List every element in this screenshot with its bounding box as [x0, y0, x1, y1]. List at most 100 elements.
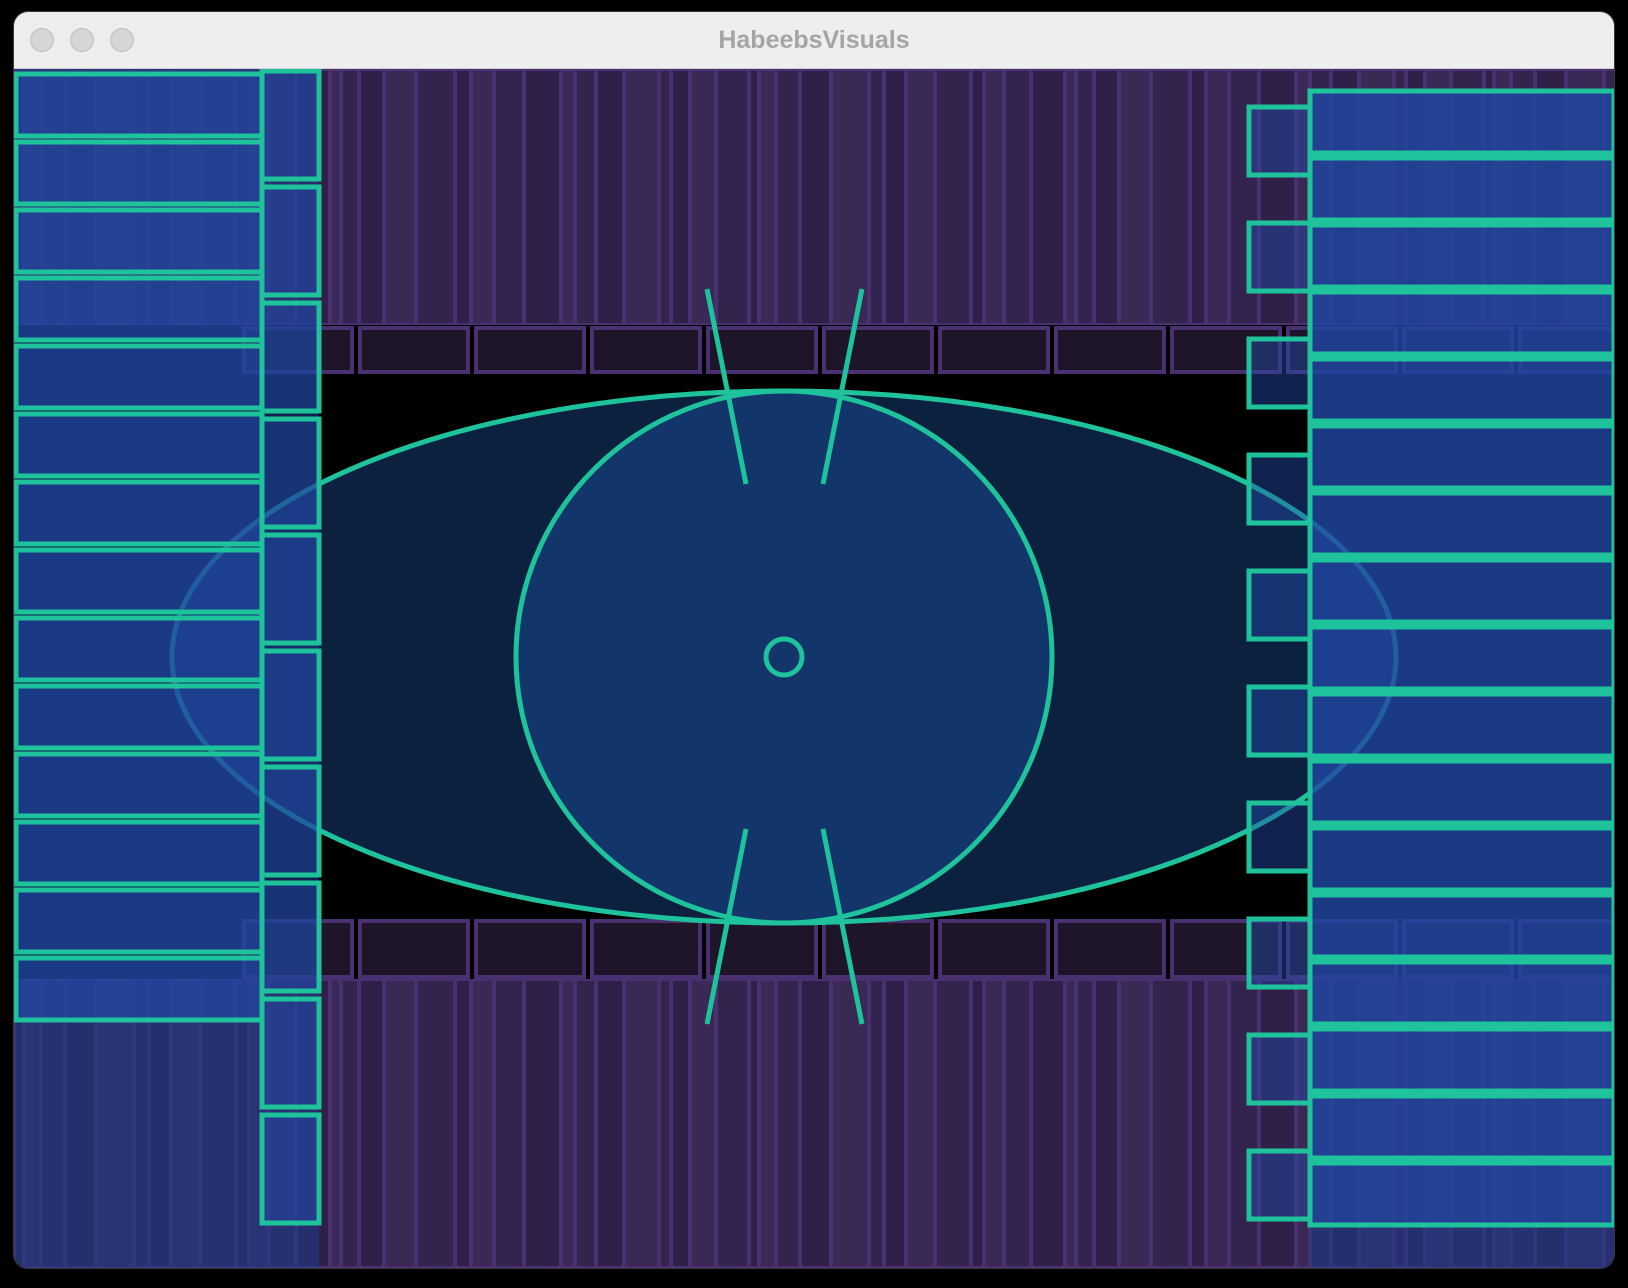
bottom-bar: [573, 977, 598, 1268]
left-side-box: [259, 1112, 322, 1226]
right-box: [1307, 356, 1614, 424]
left-box: [14, 479, 265, 547]
left-side-box: [259, 764, 322, 878]
right-box: [1307, 691, 1614, 759]
bottom-bar: [1117, 977, 1153, 1268]
right-side-box: [1246, 220, 1313, 294]
right-side-box: [1246, 104, 1313, 178]
bottom-bar: [1257, 977, 1298, 1268]
top-bar: [594, 69, 626, 327]
left-box: [14, 139, 265, 207]
right-box: [1307, 758, 1614, 826]
left-side-box: [259, 300, 322, 414]
top-bar: [904, 69, 937, 327]
top-bar: [774, 69, 802, 327]
top-bar: [1204, 69, 1231, 327]
right-side-box: [1246, 1032, 1313, 1106]
left-side-box: [259, 184, 322, 298]
left-box: [14, 615, 265, 683]
top-bar: [522, 69, 563, 327]
right-side-box: [1246, 684, 1313, 758]
bottom-bar: [714, 977, 751, 1268]
top-slot: [938, 326, 1050, 374]
top-bar: [982, 69, 1006, 327]
left-side-box: [259, 532, 322, 646]
left-box: [14, 343, 265, 411]
left-box: [14, 547, 265, 615]
top-slot: [590, 326, 702, 374]
right-box: [1307, 624, 1614, 692]
bottom-bar: [1029, 977, 1067, 1268]
bottom-slot: [938, 919, 1050, 979]
top-bar: [469, 69, 496, 327]
right-box: [1307, 423, 1614, 491]
left-box-stack: [14, 69, 322, 1268]
bottom-bar: [1149, 977, 1192, 1268]
title-bar[interactable]: HabeebsVisuals: [14, 12, 1614, 69]
left-box: [14, 683, 265, 751]
bottom-bar: [382, 977, 418, 1268]
right-side-box: [1246, 800, 1313, 874]
top-bar: [382, 69, 418, 327]
top-bar: [1029, 69, 1067, 327]
left-side-box: [259, 880, 322, 994]
top-slot: [358, 326, 470, 374]
right-box: [1307, 88, 1614, 156]
bottom-bar: [1227, 977, 1261, 1268]
right-box: [1307, 222, 1614, 290]
top-bar: [882, 69, 908, 327]
top-slot: [474, 326, 586, 374]
bottom-slot: [474, 919, 586, 979]
bottom-bar: [469, 977, 496, 1268]
bottom-bar: [357, 977, 386, 1268]
left-side-box: [259, 648, 322, 762]
visualizer-svg: [14, 69, 1614, 1268]
left-box: [14, 207, 265, 275]
right-box: [1307, 1026, 1614, 1094]
top-bar: [1149, 69, 1192, 327]
right-box: [1307, 490, 1614, 558]
right-box: [1307, 959, 1614, 1027]
top-bar: [414, 69, 457, 327]
bottom-bar: [867, 977, 886, 1268]
right-box: [1307, 155, 1614, 223]
left-side-box: [259, 69, 322, 182]
top-bar: [798, 69, 833, 327]
visualizer-canvas: [14, 69, 1614, 1268]
bottom-bar: [1002, 977, 1033, 1268]
top-bar: [339, 69, 361, 327]
bottom-bar: [622, 977, 661, 1268]
right-side-box: [1246, 452, 1313, 526]
top-bar: [1002, 69, 1033, 327]
bottom-bar: [453, 977, 473, 1268]
right-box: [1307, 557, 1614, 625]
bottom-slot: [358, 919, 470, 979]
top-bar: [933, 69, 973, 327]
right-side-box: [1246, 568, 1313, 642]
top-bar: [357, 69, 386, 327]
top-bar: [829, 69, 871, 327]
app-window: HabeebsVisuals: [14, 12, 1614, 1268]
bottom-bar: [669, 977, 692, 1268]
top-bar: [559, 69, 577, 327]
bottom-bar: [1092, 977, 1121, 1268]
bottom-bar: [933, 977, 973, 1268]
top-bar: [1117, 69, 1153, 327]
top-bar: [1074, 69, 1096, 327]
right-box: [1307, 825, 1614, 893]
left-box: [14, 819, 265, 887]
left-box: [14, 887, 265, 955]
top-bar: [669, 69, 692, 327]
right-side-box: [1246, 916, 1313, 990]
bottom-bar: [559, 977, 577, 1268]
top-slot: [822, 326, 934, 374]
bottom-slot: [590, 919, 702, 979]
left-box: [14, 955, 265, 1023]
left-box: [14, 411, 265, 479]
right-side-box: [1246, 336, 1313, 410]
bottom-bar: [882, 977, 908, 1268]
top-bar: [492, 69, 526, 327]
bottom-bar: [688, 977, 718, 1268]
left-side-box: [259, 996, 322, 1110]
bottom-bar: [774, 977, 802, 1268]
